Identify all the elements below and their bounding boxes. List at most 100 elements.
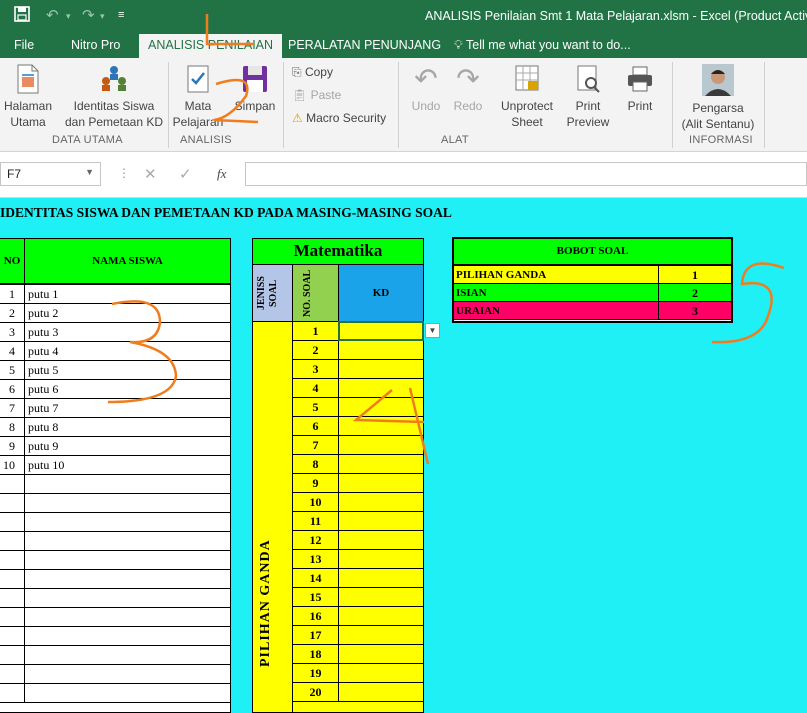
kd-cell[interactable]: [338, 397, 424, 417]
soal-number-cell[interactable]: 17: [292, 625, 339, 645]
student-no-cell[interactable]: [0, 588, 25, 608]
student-name-cell[interactable]: [24, 588, 231, 608]
soal-number-cell[interactable]: 12: [292, 530, 339, 550]
student-no-cell[interactable]: [0, 493, 25, 513]
redo-qa-icon[interactable]: ↷: [82, 6, 95, 24]
worksheet[interactable]: IDENTITAS SISWA DAN PEMETAAN KD PADA MAS…: [0, 198, 807, 713]
save-icon[interactable]: [14, 6, 30, 26]
copy-button[interactable]: ⎘ Copy: [292, 65, 333, 80]
student-no-cell[interactable]: 2: [0, 303, 25, 323]
table-row[interactable]: [0, 645, 231, 665]
print-button[interactable]: Print: [618, 64, 662, 114]
student-name-cell[interactable]: putu 8: [24, 417, 231, 437]
kd-cell[interactable]: [338, 359, 424, 379]
kd-cell[interactable]: [338, 416, 424, 436]
kd-cell[interactable]: [338, 454, 424, 474]
kd-cell[interactable]: [338, 682, 424, 702]
paste-button[interactable]: 📋︎ Paste: [292, 88, 341, 102]
bobot-label-cell[interactable]: PILIHAN GANDA: [452, 265, 659, 284]
student-no-cell[interactable]: [0, 474, 25, 494]
student-name-cell[interactable]: [24, 512, 231, 532]
student-no-cell[interactable]: [0, 550, 25, 570]
student-no-cell[interactable]: 10: [0, 455, 25, 475]
student-name-cell[interactable]: [24, 493, 231, 513]
macro-security-button[interactable]: ⚠ Macro Security: [292, 111, 386, 125]
student-no-cell[interactable]: [0, 626, 25, 646]
cancel-entry-icon[interactable]: ✕: [144, 165, 157, 183]
student-name-cell[interactable]: [24, 683, 231, 703]
student-no-cell[interactable]: [0, 569, 25, 589]
tab-analisis-penilaian[interactable]: ANALISIS PENILAIAN: [139, 34, 283, 58]
undo-dropdown-icon[interactable]: ▾: [66, 11, 71, 22]
soal-number-cell[interactable]: 7: [292, 435, 339, 455]
soal-number-cell[interactable]: 20: [292, 682, 339, 702]
table-row[interactable]: 6 putu 6: [0, 379, 231, 399]
table-row[interactable]: 9 putu 9: [0, 436, 231, 456]
table-row[interactable]: [0, 569, 231, 589]
student-name-cell[interactable]: putu 7: [24, 398, 231, 418]
identitas-siswa-button[interactable]: Identitas Siswa dan Pemetaan KD: [64, 64, 164, 130]
student-name-cell[interactable]: [24, 474, 231, 494]
soal-number-cell[interactable]: 19: [292, 663, 339, 683]
table-row[interactable]: 4 putu 4: [0, 341, 231, 361]
student-no-cell[interactable]: 6: [0, 379, 25, 399]
redo-dropdown-icon[interactable]: ▾: [100, 11, 105, 22]
table-row[interactable]: 1 putu 1: [0, 284, 231, 304]
redo-button[interactable]: ↷ Redo: [446, 64, 490, 114]
halaman-utama-button[interactable]: Halaman Utama: [2, 64, 54, 130]
insert-function-icon[interactable]: fx: [217, 166, 226, 182]
soal-number-cell[interactable]: 1: [292, 321, 339, 341]
student-name-cell[interactable]: [24, 531, 231, 551]
simpan-button[interactable]: Simpan: [230, 64, 280, 114]
kd-cell[interactable]: [338, 511, 424, 531]
table-row[interactable]: [0, 607, 231, 627]
kd-cell[interactable]: [338, 568, 424, 588]
kd-cell[interactable]: [338, 378, 424, 398]
soal-number-cell[interactable]: 13: [292, 549, 339, 569]
table-row[interactable]: 5 putu 5: [0, 360, 231, 380]
table-row[interactable]: 8 putu 8: [0, 417, 231, 437]
table-row[interactable]: 10 putu 10: [0, 455, 231, 475]
cell-dropdown-button[interactable]: ▼: [425, 323, 440, 338]
tab-file[interactable]: File: [14, 38, 34, 52]
kd-cell[interactable]: [338, 340, 424, 360]
table-row[interactable]: [0, 664, 231, 684]
table-row[interactable]: 2 putu 2: [0, 303, 231, 323]
soal-number-cell[interactable]: 10: [292, 492, 339, 512]
table-row[interactable]: [0, 474, 231, 494]
bobot-value-cell[interactable]: 2: [658, 283, 733, 302]
soal-number-cell[interactable]: 15: [292, 587, 339, 607]
kd-cell[interactable]: [338, 549, 424, 569]
soal-number-cell[interactable]: 14: [292, 568, 339, 588]
student-no-cell[interactable]: [0, 607, 25, 627]
student-no-cell[interactable]: 9: [0, 436, 25, 456]
bobot-value-cell[interactable]: 3: [658, 301, 733, 320]
kd-cell[interactable]: [338, 663, 424, 683]
table-row[interactable]: [0, 512, 231, 532]
kd-cell[interactable]: [338, 492, 424, 512]
formula-input[interactable]: [245, 162, 807, 186]
student-name-cell[interactable]: [24, 550, 231, 570]
kd-cell[interactable]: [338, 587, 424, 607]
bobot-label-cell[interactable]: URAIAN: [452, 301, 659, 320]
student-name-cell[interactable]: putu 5: [24, 360, 231, 380]
soal-number-cell[interactable]: 9: [292, 473, 339, 493]
soal-number-cell[interactable]: 16: [292, 606, 339, 626]
table-row[interactable]: [0, 626, 231, 646]
undo-qa-icon[interactable]: ↶: [46, 6, 59, 24]
student-name-cell[interactable]: putu 10: [24, 455, 231, 475]
kd-cell[interactable]: [338, 473, 424, 493]
table-row[interactable]: [0, 550, 231, 570]
soal-number-cell[interactable]: 18: [292, 644, 339, 664]
soal-number-cell[interactable]: 4: [292, 378, 339, 398]
unprotect-sheet-button[interactable]: Unprotect Sheet: [496, 64, 558, 130]
student-name-cell[interactable]: putu 3: [24, 322, 231, 342]
soal-number-cell[interactable]: 5: [292, 397, 339, 417]
student-name-cell[interactable]: [24, 626, 231, 646]
student-no-cell[interactable]: 4: [0, 341, 25, 361]
student-name-cell[interactable]: putu 9: [24, 436, 231, 456]
student-no-cell[interactable]: 8: [0, 417, 25, 437]
soal-number-cell[interactable]: 2: [292, 340, 339, 360]
student-name-cell[interactable]: [24, 645, 231, 665]
student-name-cell[interactable]: [24, 664, 231, 684]
